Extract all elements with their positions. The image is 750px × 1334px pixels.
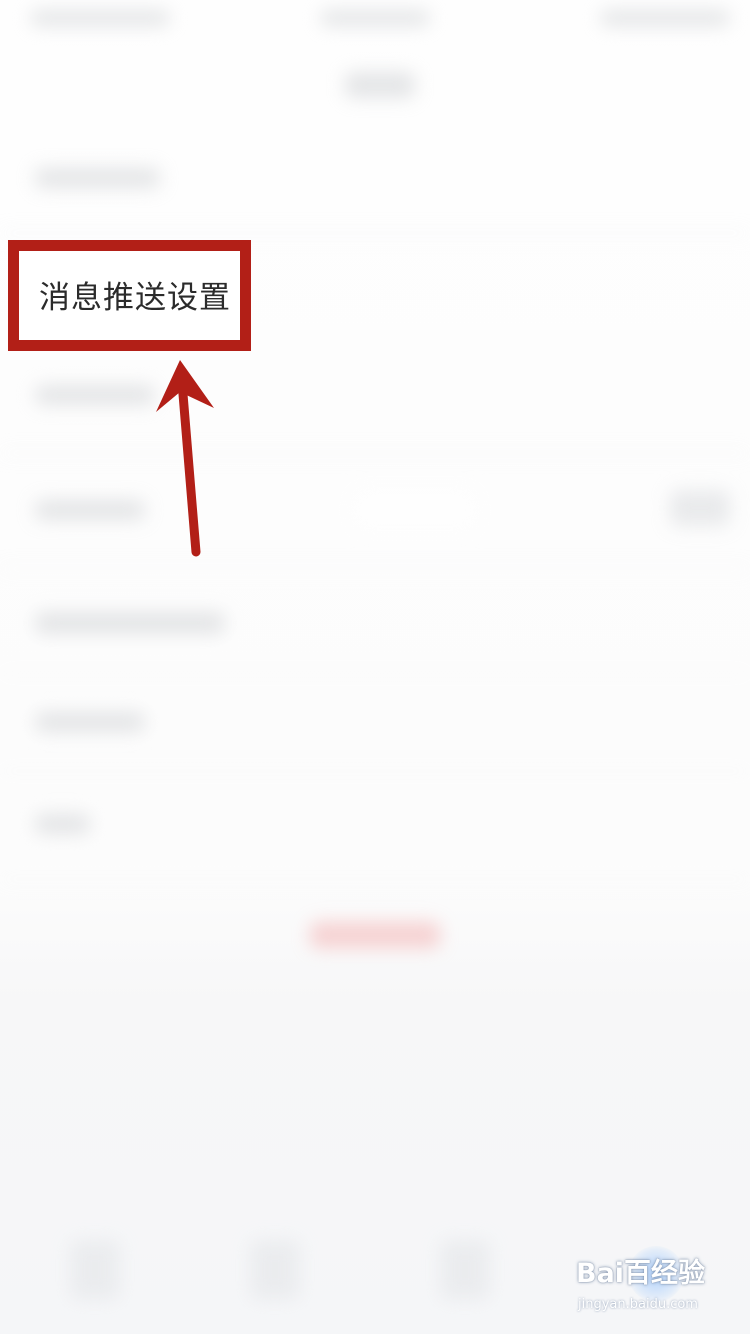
nav-title bbox=[345, 72, 415, 98]
blurred-background bbox=[0, 0, 750, 1334]
tabbar-item-3 bbox=[440, 1240, 490, 1300]
message-push-settings-item[interactable]: 消息推送设置 bbox=[39, 283, 231, 314]
tabbar-item-1 bbox=[70, 1240, 120, 1300]
highlight-callout-box: 消息推送设置 bbox=[8, 240, 251, 351]
row-separator bbox=[0, 672, 750, 674]
settings-row-1 bbox=[35, 168, 160, 188]
row-separator bbox=[0, 452, 750, 454]
logout-button bbox=[310, 922, 440, 948]
row-separator bbox=[0, 568, 750, 570]
settings-row-3 bbox=[35, 385, 155, 405]
watermark-url: jingyan.baidu.com bbox=[578, 1297, 698, 1312]
settings-row-6 bbox=[35, 712, 145, 732]
tabbar-item-2 bbox=[250, 1240, 300, 1300]
row-separator bbox=[0, 878, 750, 880]
settings-row-4 bbox=[35, 500, 145, 520]
baidu-jingyan-watermark: Bai百经验 jingyan.baidu.com bbox=[572, 1246, 722, 1320]
status-bar-right bbox=[600, 10, 730, 26]
settings-row-4-value bbox=[355, 492, 475, 528]
watermark-logo-text: Bai百经验 bbox=[576, 1258, 706, 1289]
settings-row-7 bbox=[35, 814, 90, 834]
annotation-arrow-icon bbox=[156, 360, 214, 557]
settings-row-5 bbox=[35, 612, 225, 634]
phone-screen: 消息推送设置 Bai百经验 jingyan.baidu.com bbox=[0, 0, 750, 1334]
row-separator bbox=[0, 770, 750, 772]
status-bar-left bbox=[30, 10, 170, 26]
status-bar-center bbox=[320, 10, 430, 26]
settings-row-4-toggle bbox=[670, 490, 730, 526]
row-separator bbox=[0, 232, 750, 234]
